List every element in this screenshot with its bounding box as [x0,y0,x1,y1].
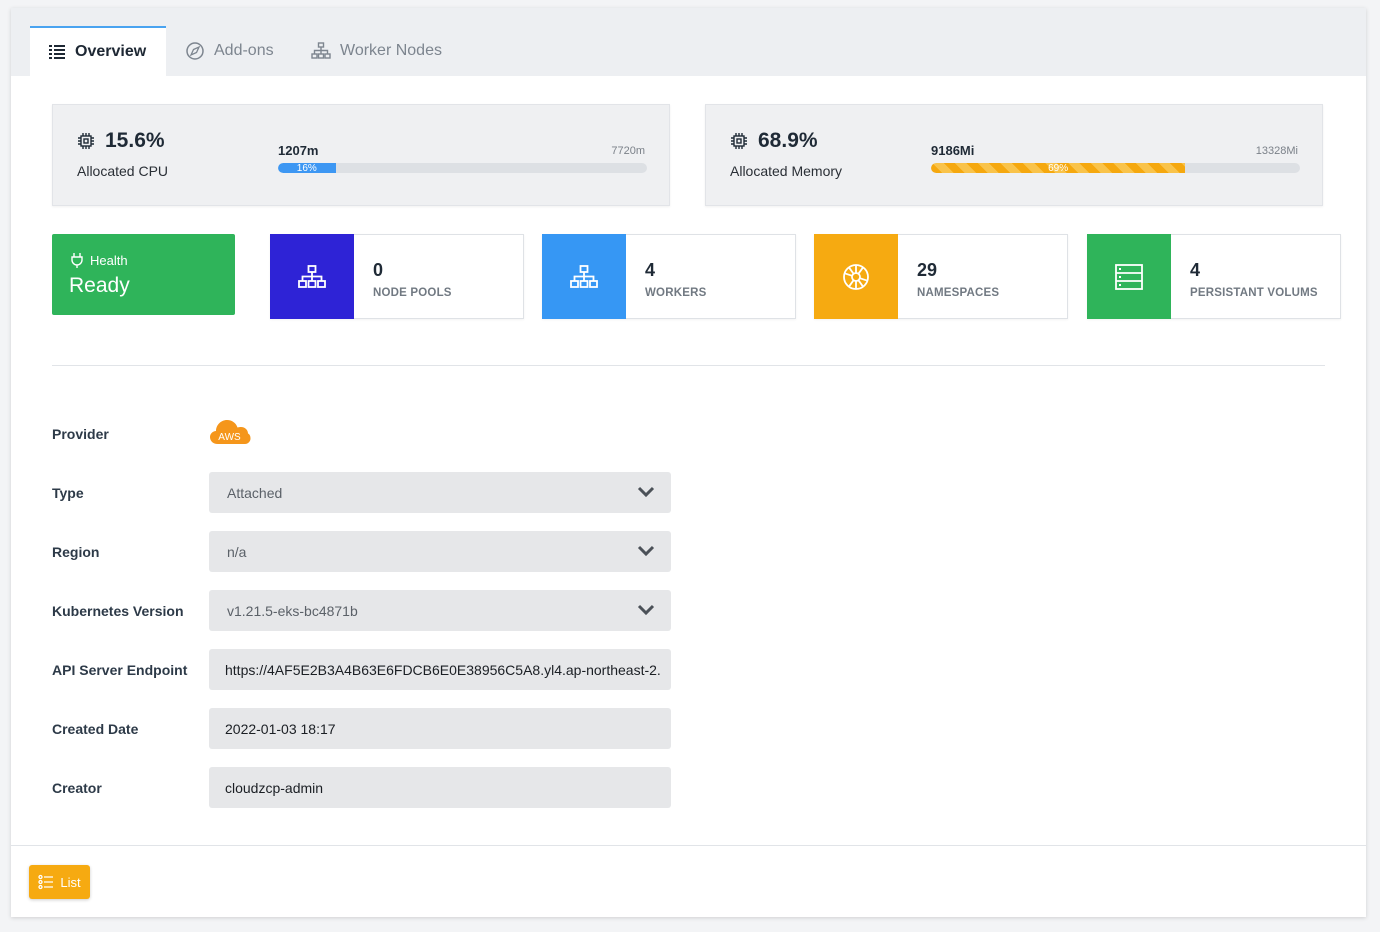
node-pools-count: 0 [373,260,384,280]
cpu-used: 1207m [278,143,319,158]
tile-node-pools[interactable]: 0 NODE POOLS [270,234,524,319]
footer-divider [11,845,1366,846]
list-icon [49,45,65,59]
kubernetes-version-label: Kubernetes Version [52,603,184,619]
cpu-percent: 15.6% [77,129,165,153]
region-select-value: n/a [227,543,247,560]
memory-percent: 68.9% [730,129,818,153]
list-button-label: List [60,874,81,890]
aws-logo-text: AWS [218,432,241,443]
node-pools-label: NODE POOLS [373,287,452,299]
persistent-volumes-label: PERSISTANT VOLUMS [1190,287,1318,299]
memory-used: 9186Mi [931,143,975,158]
tile-namespaces[interactable]: 29 NAMESPACES [814,234,1068,319]
cluster-overview-card: Overview Add-ons Worker Nodes 15.6% Allo… [11,8,1366,917]
sitemap-icon [311,42,331,59]
chevron-down-icon [637,604,655,616]
memory-label: Allocated Memory [730,163,843,179]
type-select[interactable]: Attached [209,472,671,513]
list-icon [38,874,54,890]
helm-icon [843,263,869,290]
chip-icon [731,133,747,149]
health-label: Health [70,252,128,268]
workers-count: 4 [645,260,656,280]
kubernetes-version-select[interactable]: v1.21.5-eks-bc4871b [209,590,671,631]
tab-overview-label: Overview [75,43,147,60]
storage-icon [1115,263,1143,290]
section-divider [52,365,1325,366]
plug-icon [71,253,83,268]
tab-bar: Overview Add-ons Worker Nodes [11,8,1366,76]
memory-stat-card: 68.9% Allocated Memory 9186Mi 13328Mi 69… [705,104,1323,206]
creator-label: Creator [52,780,102,796]
namespaces-label: NAMESPACES [917,287,1000,299]
chip-icon [78,133,94,149]
cpu-stat-card: 15.6% Allocated CPU 1207m 7720m 16% [52,104,670,206]
region-select[interactable]: n/a [209,531,671,572]
health-status: Ready [69,274,130,297]
tab-addons[interactable]: Add-ons [185,26,274,76]
tab-addons-label: Add-ons [214,42,274,59]
cpu-total: 7720m [611,145,645,157]
tab-overview[interactable]: Overview [30,26,166,76]
cpu-progress-bar: 16% [278,163,647,173]
tile-workers[interactable]: 4 WORKERS [542,234,796,319]
sitemap-icon [298,264,326,288]
created-date-label: Created Date [52,721,139,737]
provider-label: Provider [52,426,109,442]
aws-logo: AWS [209,418,251,451]
cpu-progress-fill: 16% [278,163,336,173]
persistent-volumes-count: 4 [1190,260,1201,280]
compass-icon [186,42,204,60]
kubernetes-version-value: v1.21.5-eks-bc4871b [227,602,358,619]
chevron-down-icon [637,545,655,557]
tab-worker-nodes[interactable]: Worker Nodes [311,26,442,76]
namespaces-count: 29 [917,260,938,280]
type-label: Type [52,485,84,501]
health-status-card: Health Ready [52,234,235,315]
api-endpoint-field[interactable]: https://4AF5E2B3A4B63E6FDCB6E0E38956C5A8… [209,649,671,690]
api-endpoint-label: API Server Endpoint [52,662,188,678]
cpu-label: Allocated CPU [77,163,169,179]
tile-persistent-volumes[interactable]: 4 PERSISTANT VOLUMS [1087,234,1341,319]
region-label: Region [52,544,100,560]
tab-worker-nodes-label: Worker Nodes [340,42,442,59]
chevron-down-icon [637,486,655,498]
type-select-value: Attached [227,484,283,501]
sitemap-icon [570,264,598,288]
created-date-field[interactable]: 2022-01-03 18:17 [209,708,671,749]
memory-progress-bar: 69% [931,163,1300,173]
workers-label: WORKERS [645,287,707,299]
memory-total: 13328Mi [1255,145,1298,157]
list-button[interactable]: List [29,865,90,899]
memory-progress-fill: 69% [931,163,1186,173]
creator-field[interactable]: cloudzcp-admin [209,767,671,808]
